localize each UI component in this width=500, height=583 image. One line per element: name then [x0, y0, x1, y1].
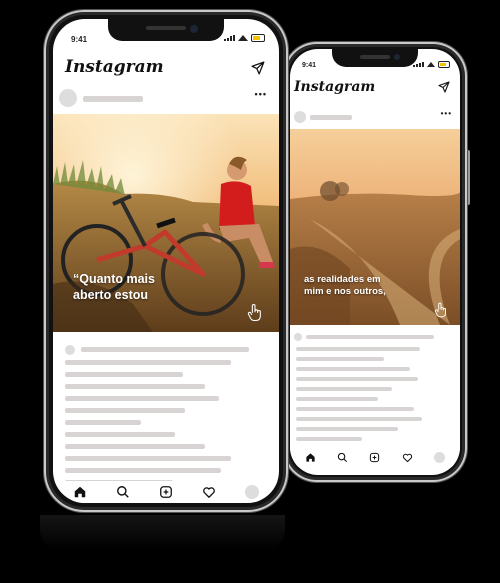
text-placeholder	[296, 437, 362, 441]
text-placeholder	[296, 427, 398, 431]
heart-icon[interactable]	[402, 452, 413, 463]
text-placeholder	[306, 335, 434, 339]
add-post-icon[interactable]	[159, 485, 173, 499]
wifi-icon	[427, 62, 435, 67]
direct-message-icon[interactable]	[438, 81, 450, 93]
text-placeholder	[65, 444, 205, 449]
profile-icon[interactable]	[434, 451, 446, 463]
comment-avatar	[65, 345, 75, 355]
status-icons	[224, 34, 265, 42]
back-phone-screen: 9:41 Instagram ••• as realidades em mim …	[290, 49, 460, 475]
wifi-icon	[238, 35, 248, 41]
text-placeholder	[65, 372, 183, 377]
instagram-logo: Instagram	[294, 79, 376, 95]
front-phone: 9:41 Instagram ••• “Quanto mais aberto e…	[44, 10, 288, 512]
front-camera	[190, 25, 198, 33]
post-author-avatar[interactable]	[294, 111, 306, 123]
tap-hand-icon	[247, 304, 261, 322]
text-placeholder	[65, 396, 219, 401]
text-placeholder	[296, 417, 422, 421]
speaker	[360, 55, 390, 59]
status-time: 9:41	[71, 35, 88, 44]
signal-icon	[224, 35, 235, 41]
front-phone-screen: 9:41 Instagram ••• “Quanto mais aberto e…	[53, 19, 279, 503]
post-caption: as realidades em mim e nos outros,	[304, 274, 386, 298]
instagram-logo: Instagram	[65, 57, 164, 77]
text-placeholder	[296, 397, 378, 401]
status-icons	[413, 61, 450, 68]
search-icon[interactable]	[337, 452, 348, 463]
post-author-placeholder	[310, 115, 352, 120]
search-icon[interactable]	[116, 485, 130, 499]
battery-icon	[251, 34, 265, 42]
text-placeholder	[65, 456, 231, 461]
back-phone: 9:41 Instagram ••• as realidades em mim …	[283, 42, 467, 482]
post-author-placeholder	[83, 96, 143, 102]
notch	[108, 19, 224, 41]
phone-reflection	[40, 515, 285, 550]
text-placeholder	[296, 377, 418, 381]
battery-icon	[438, 61, 450, 68]
heart-icon[interactable]	[202, 485, 216, 499]
direct-message-icon[interactable]	[251, 61, 265, 75]
speaker	[146, 26, 186, 30]
text-placeholder	[81, 347, 249, 352]
tap-hand-icon	[434, 302, 447, 318]
text-placeholder	[296, 407, 414, 411]
front-camera	[394, 54, 400, 60]
text-placeholder	[296, 387, 392, 391]
text-placeholder	[296, 347, 420, 351]
caption-line-2: mim e nos outros,	[304, 285, 386, 297]
comment-avatar	[294, 333, 302, 341]
status-time: 9:41	[302, 62, 317, 69]
text-placeholder	[65, 468, 221, 473]
text-placeholder	[65, 384, 205, 389]
home-icon[interactable]	[305, 452, 316, 463]
text-placeholder	[296, 367, 410, 371]
text-placeholder	[65, 408, 185, 413]
add-post-icon[interactable]	[369, 452, 380, 463]
text-placeholder	[65, 360, 231, 365]
post-author-avatar[interactable]	[59, 89, 77, 107]
profile-icon[interactable]	[244, 485, 259, 499]
tab-bar	[290, 447, 460, 467]
signal-icon	[413, 62, 424, 67]
caption-line-1: as realidades em	[304, 274, 381, 285]
text-placeholder	[65, 432, 175, 437]
tab-bar	[53, 481, 279, 503]
post-caption: “Quanto mais aberto estou	[73, 272, 155, 303]
text-placeholder	[65, 420, 141, 425]
text-placeholder	[296, 357, 384, 361]
more-options-icon[interactable]: •••	[255, 89, 267, 99]
caption-line-2: aberto estou	[73, 287, 149, 302]
home-icon[interactable]	[73, 485, 87, 499]
notch	[332, 49, 418, 67]
caption-line-1: “Quanto mais	[73, 272, 155, 286]
more-options-icon[interactable]: •••	[441, 109, 452, 118]
